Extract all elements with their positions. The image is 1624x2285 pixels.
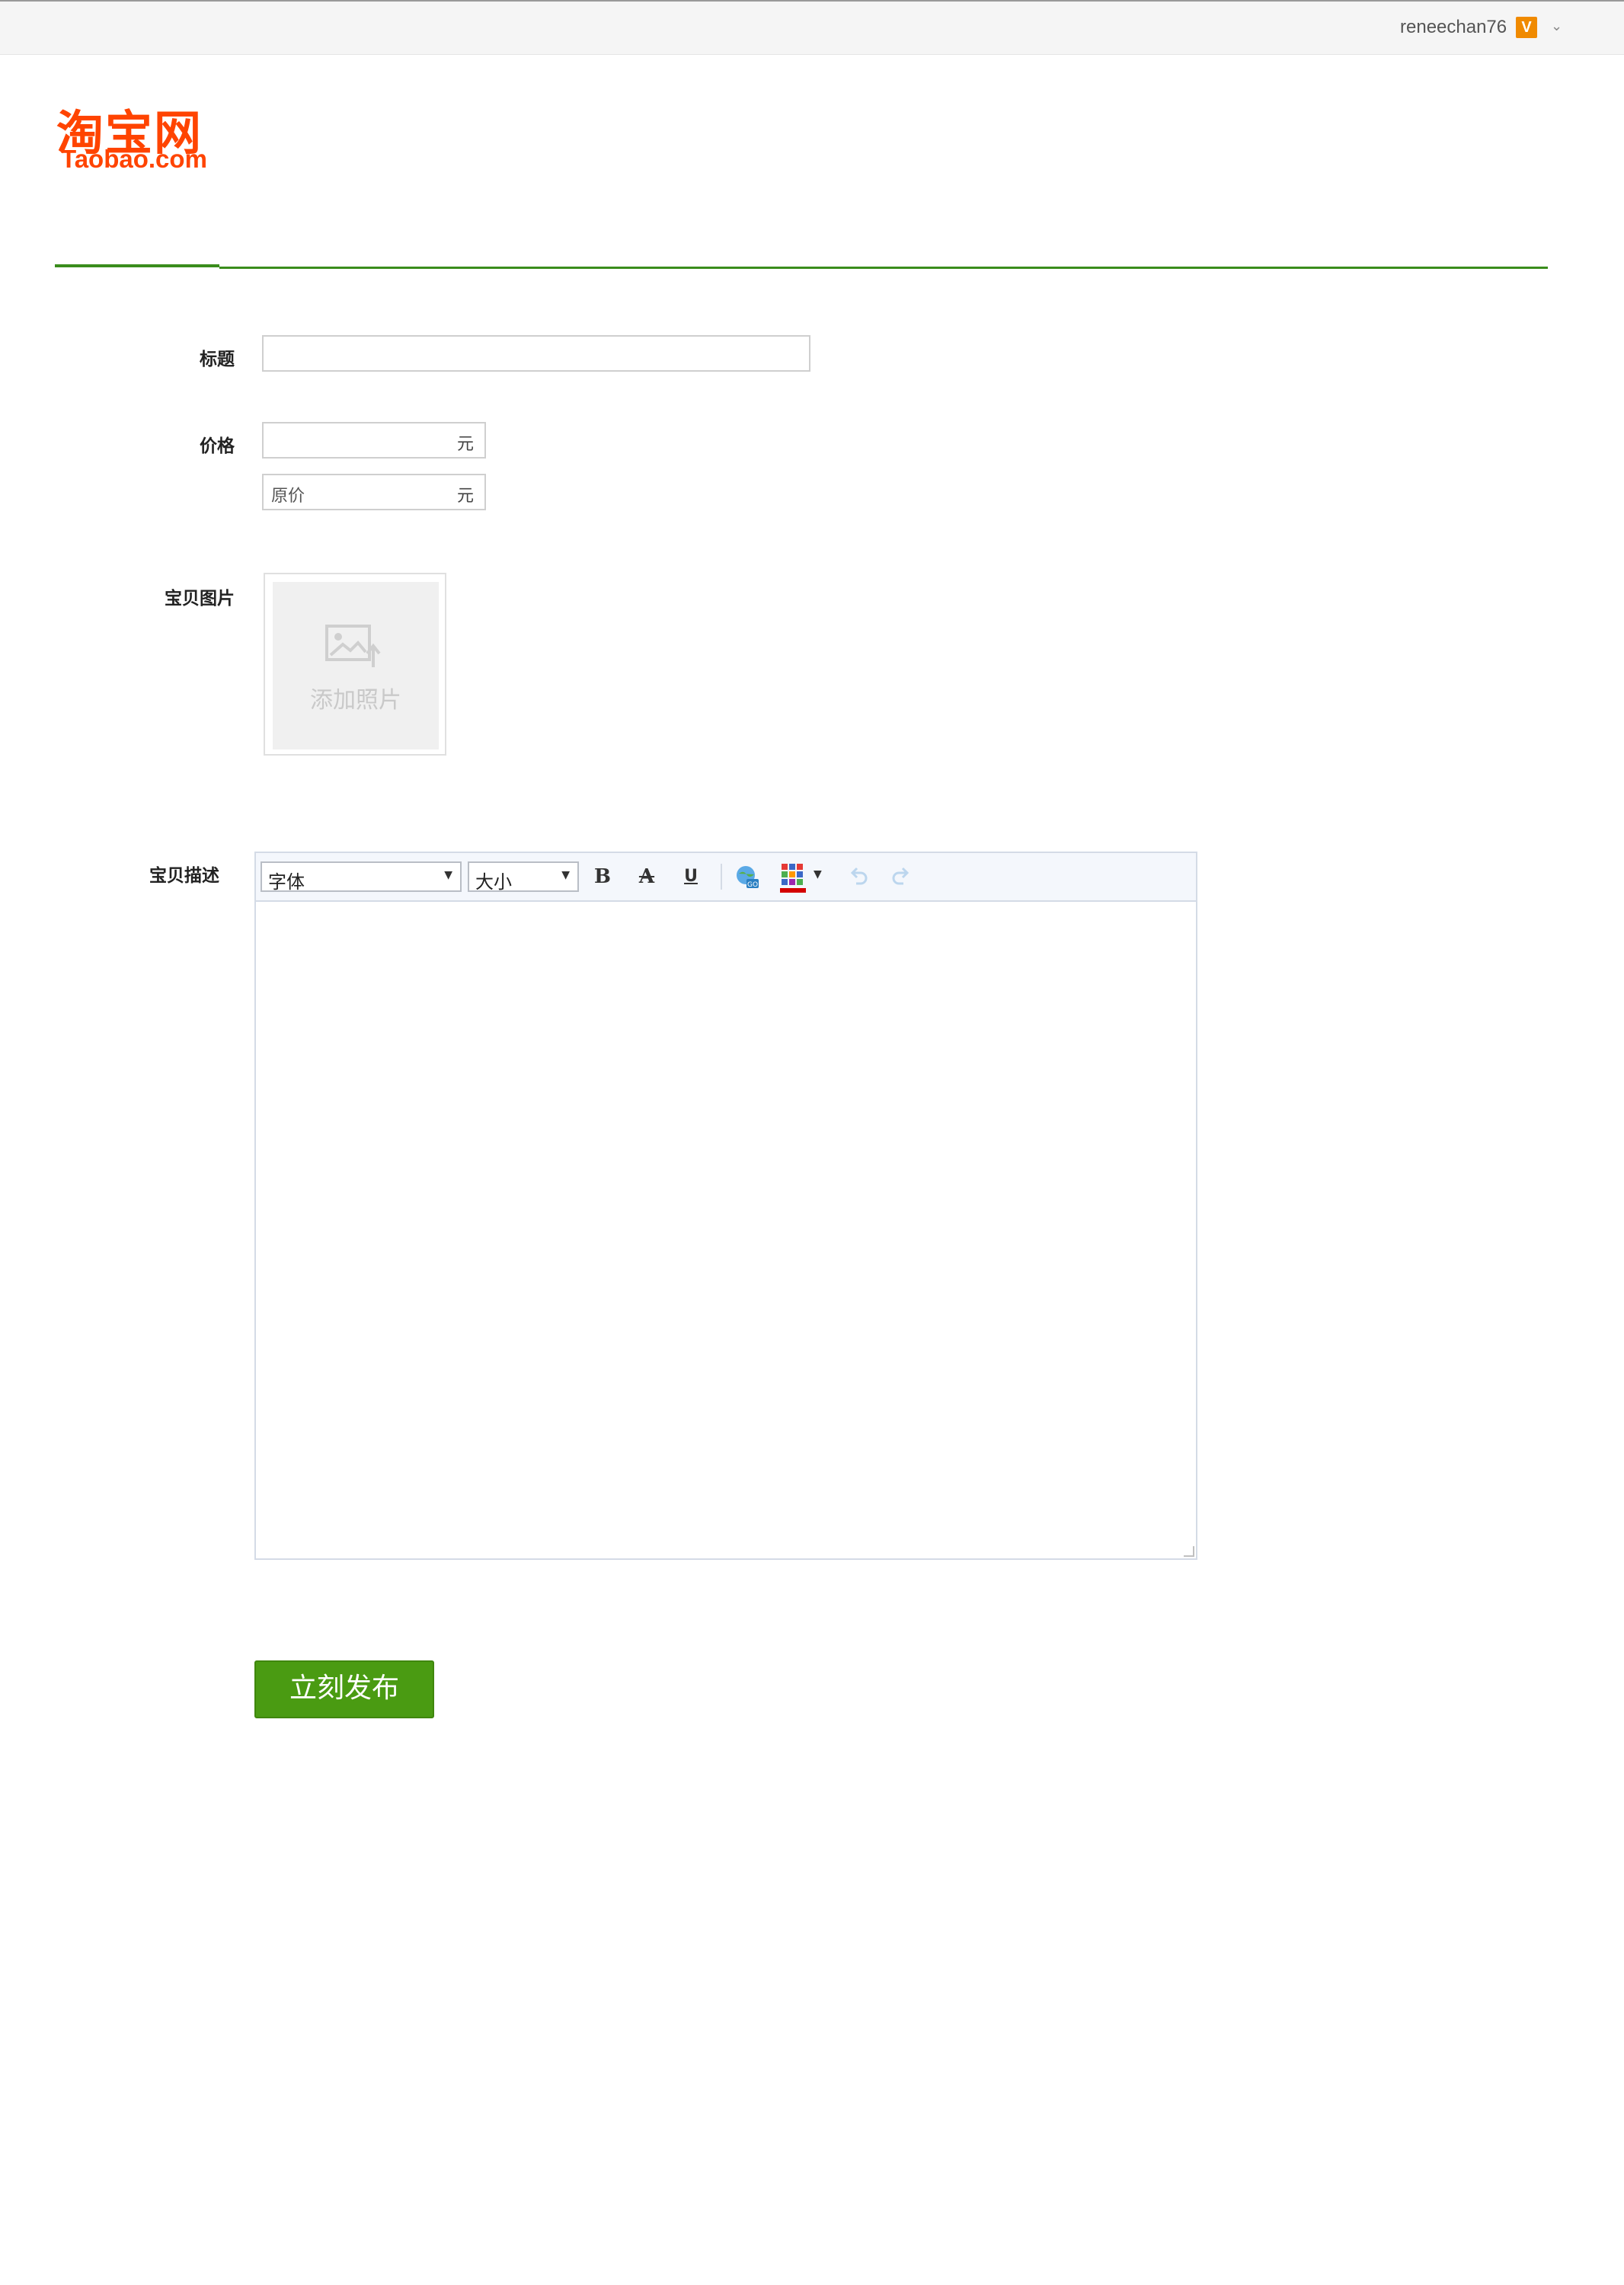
svg-text:GO: GO	[747, 881, 758, 889]
caret-down-icon: ▼	[561, 869, 570, 881]
description-label: 宝贝描述	[149, 866, 219, 886]
font-size-select[interactable]: 大小 ▼	[468, 861, 579, 893]
taobao-logo-en[interactable]: Taobao.com	[61, 145, 207, 174]
original-price-input[interactable]: 原价 元	[262, 474, 486, 510]
original-price-unit: 元	[456, 487, 474, 506]
caret-down-icon: ▼	[444, 869, 452, 881]
text-color-grid-icon[interactable]	[780, 861, 810, 894]
bold-button[interactable]: B	[590, 864, 615, 890]
title-label: 标题	[200, 350, 235, 369]
underline-button[interactable]: U	[678, 864, 704, 890]
images-label: 宝贝图片	[165, 589, 235, 609]
add-photo-button[interactable]: 添加照片	[264, 573, 446, 756]
price-label: 价格	[200, 436, 235, 456]
toolbar-separator	[721, 864, 722, 890]
price-input[interactable]: 元	[262, 422, 486, 459]
redo-icon[interactable]	[890, 865, 913, 888]
strikethrough-button[interactable]: A	[634, 864, 660, 890]
image-upload-icon	[325, 625, 381, 667]
font-size-select-value: 大小	[475, 871, 512, 893]
font-family-select-value: 字体	[268, 871, 305, 893]
title-input[interactable]	[262, 335, 810, 372]
resize-handle-icon[interactable]	[1184, 1546, 1194, 1557]
chevron-down-icon[interactable]: ⌄	[1551, 18, 1562, 34]
add-photo-label: 添加照片	[310, 687, 401, 714]
rich-text-editor: 字体 ▼ 大小 ▼ B A U GO ▼	[254, 852, 1197, 1560]
original-price-placeholder: 原价	[271, 487, 305, 506]
header-divider-accent	[55, 264, 219, 267]
price-unit: 元	[456, 435, 474, 454]
vip-badge-icon: V	[1516, 17, 1537, 38]
header-divider	[219, 267, 1548, 269]
color-dropdown-caret-icon[interactable]: ▼	[814, 868, 822, 880]
editor-toolbar: 字体 ▼ 大小 ▼ B A U GO ▼	[256, 853, 1196, 902]
add-photo-area: 添加照片	[273, 582, 439, 749]
font-family-select[interactable]: 字体 ▼	[261, 861, 462, 893]
top-bar: reneechan76 V ⌄	[0, 0, 1624, 55]
insert-link-globe-icon[interactable]: GO	[734, 864, 760, 890]
username-link[interactable]: reneechan76	[1400, 17, 1507, 38]
undo-icon[interactable]	[847, 865, 870, 888]
publish-button[interactable]: 立刻发布	[254, 1660, 434, 1718]
editor-content-area[interactable]	[256, 902, 1196, 1558]
